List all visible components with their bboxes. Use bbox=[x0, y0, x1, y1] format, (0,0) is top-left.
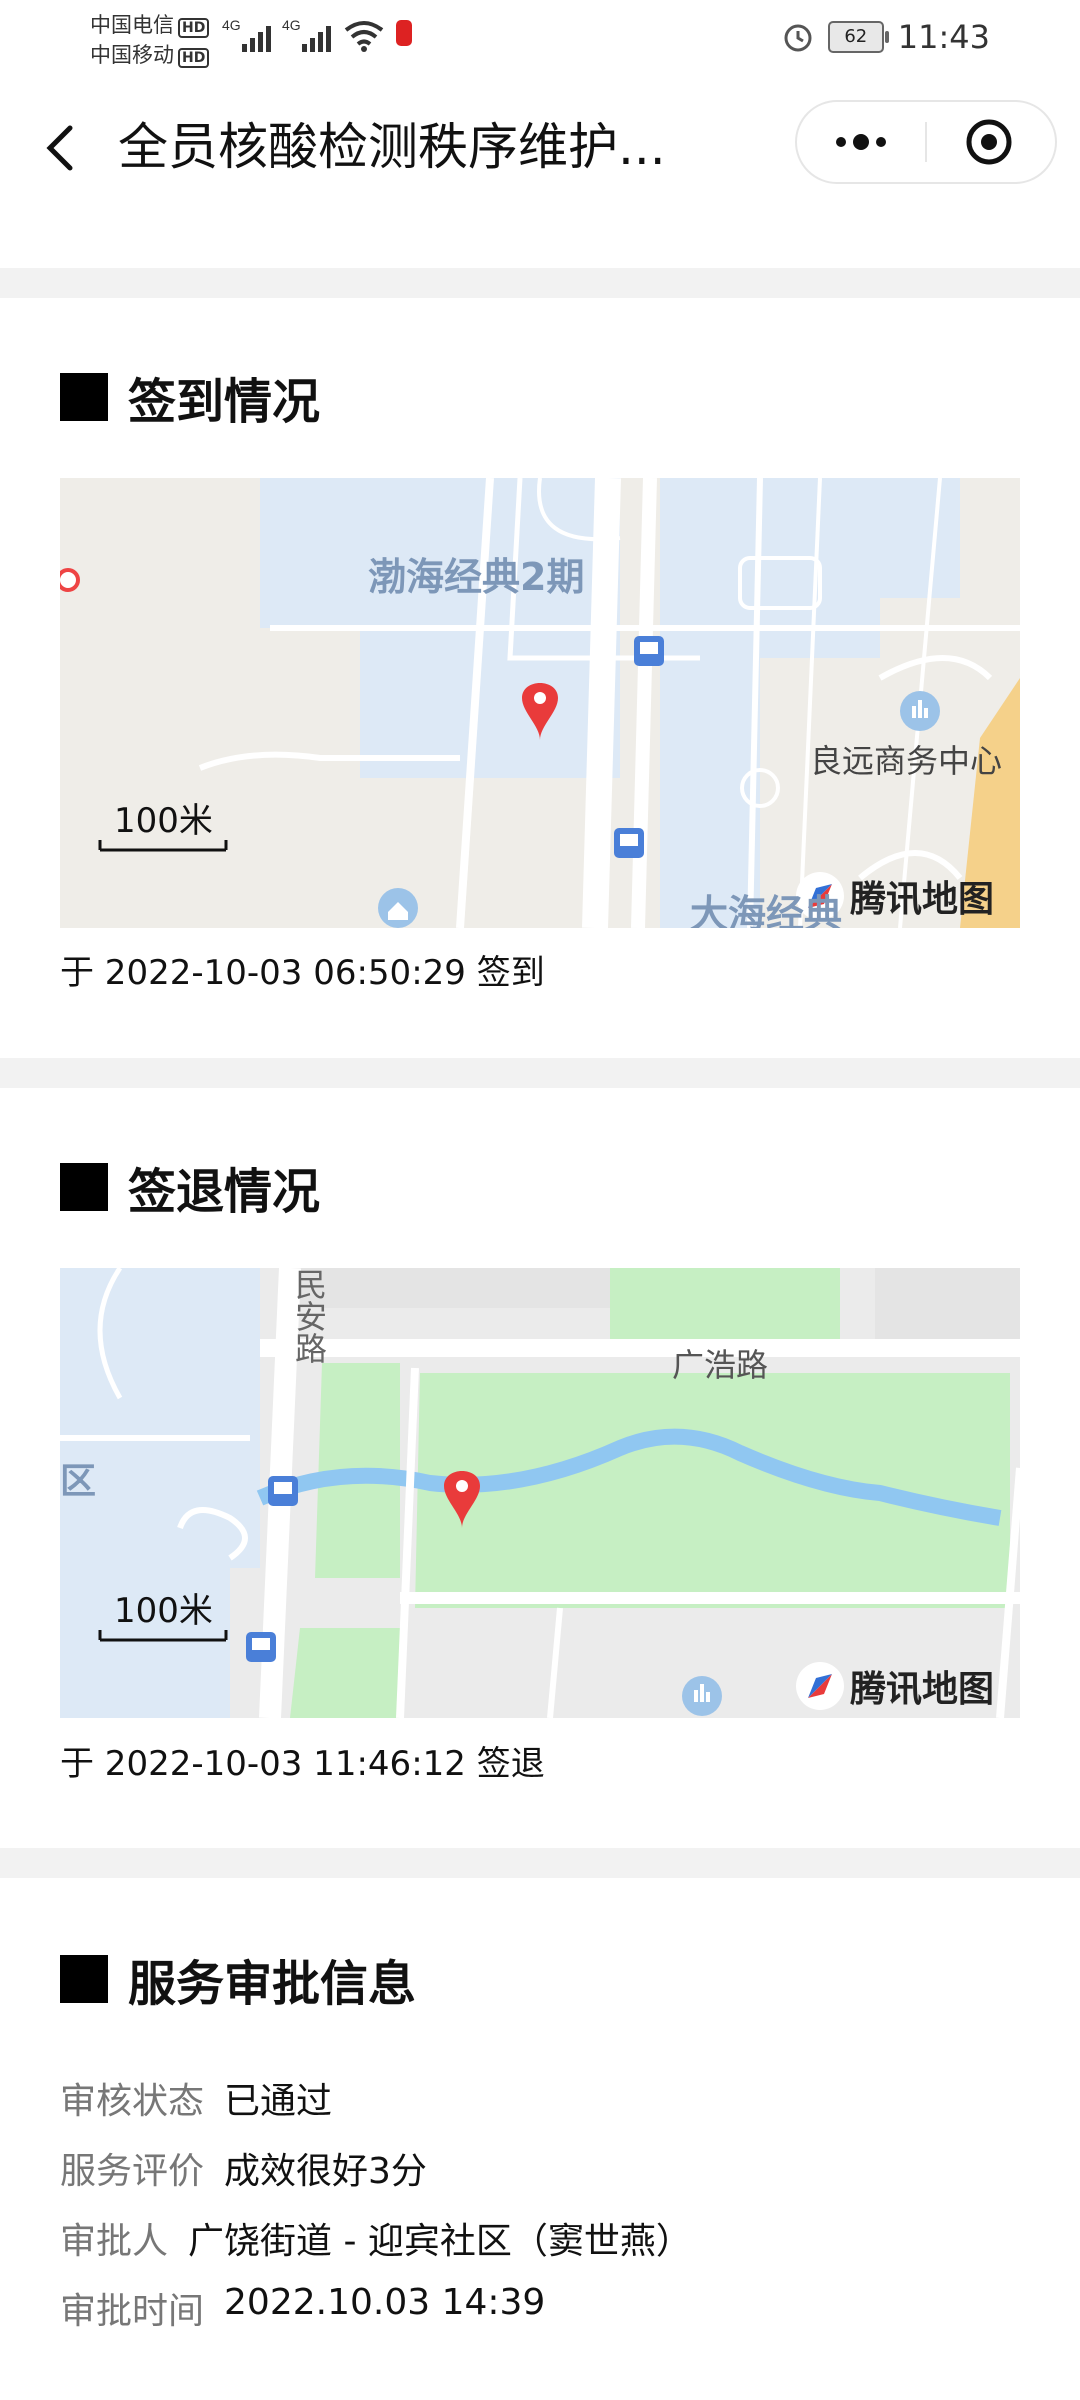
checkout-section-title: 签退情况 bbox=[60, 1152, 320, 1222]
wifi-icon bbox=[344, 21, 384, 52]
nav-bar: 全员核酸检测秩序维护... bbox=[0, 92, 1080, 202]
more-options-icon[interactable] bbox=[797, 102, 925, 182]
battery-icon: 62 bbox=[827, 21, 889, 53]
map-label-road-vertical: 民安路 bbox=[290, 1268, 328, 1364]
map-scale-label: 100米 bbox=[114, 801, 213, 841]
carrier-1: 中国电信 bbox=[90, 13, 174, 37]
map-brand-label: 腾讯地图 bbox=[850, 879, 995, 920]
status-bar: 中国电信 HD 中国移动 HD 4G 4G 62 11:43 bbox=[0, 0, 1080, 80]
map-label-building: 渤海经典2期 bbox=[368, 555, 585, 599]
miniprogram-capsule bbox=[795, 100, 1057, 184]
title-square-icon bbox=[60, 1955, 108, 2003]
info-label: 服务评价 bbox=[60, 2151, 205, 2192]
checkout-map[interactable]: 民安路 广浩路 区 100米 腾讯地图 bbox=[60, 1268, 1020, 1718]
alarm-icon bbox=[784, 24, 812, 52]
map-scale-label: 100米 bbox=[114, 1591, 213, 1631]
info-label: 审核状态 bbox=[60, 2081, 205, 2122]
carrier-info: 中国电信 HD 中国移动 HD bbox=[90, 10, 210, 70]
info-value: 已通过 bbox=[224, 2081, 333, 2122]
info-row-approver: 审批人 广饶街道 - 迎宾社区（窦世燕） bbox=[60, 2212, 692, 2264]
info-value: 2022.10.03 14:39 bbox=[224, 2282, 546, 2323]
back-arrow-icon[interactable] bbox=[38, 120, 88, 176]
checkin-section-title: 签到情况 bbox=[60, 362, 320, 432]
signal-icon: 4G bbox=[282, 17, 331, 52]
svg-text:4G: 4G bbox=[282, 17, 301, 33]
checkin-title-text: 签到情况 bbox=[128, 374, 321, 430]
hd-badge: HD bbox=[178, 48, 210, 68]
close-miniprogram-icon[interactable] bbox=[927, 102, 1055, 182]
section-divider bbox=[0, 1848, 1080, 1878]
map-label-road: 广浩路 bbox=[672, 1346, 769, 1384]
map-brand-label: 腾讯地图 bbox=[850, 1669, 995, 1710]
hd-badge: HD bbox=[178, 18, 210, 38]
map-label-business: 良远商务中心 bbox=[810, 742, 1003, 780]
carrier-2: 中国移动 bbox=[90, 43, 174, 67]
info-label: 审批时间 bbox=[60, 2291, 205, 2332]
checkout-title-text: 签退情况 bbox=[128, 1164, 321, 1220]
info-row-rating: 服务评价 成效很好3分 bbox=[60, 2142, 427, 2194]
approval-title-text: 服务审批信息 bbox=[128, 1956, 417, 2012]
info-value: 广饶街道 - 迎宾社区（窦世燕） bbox=[188, 2221, 692, 2262]
checkout-caption: 于 2022-10-03 11:46:12 签退 bbox=[60, 1744, 545, 1784]
clock: 11:43 bbox=[897, 18, 990, 56]
info-row-time: 审批时间 2022.10.03 14:39 bbox=[60, 2282, 545, 2334]
info-label: 审批人 bbox=[60, 2221, 169, 2262]
section-divider bbox=[0, 1058, 1080, 1088]
status-right: 62 11:43 bbox=[782, 18, 990, 56]
section-divider bbox=[0, 268, 1080, 298]
signal-icon: 4G bbox=[222, 17, 271, 52]
svg-text:4G: 4G bbox=[222, 17, 241, 33]
map-label-bottom: 大海经典 bbox=[690, 892, 843, 928]
checkout-map-canvas bbox=[60, 1268, 1020, 1718]
map-label-district: 区 bbox=[60, 1461, 97, 1502]
approval-section-title: 服务审批信息 bbox=[60, 1944, 416, 2014]
title-square-icon bbox=[60, 373, 108, 421]
page-title: 全员核酸检测秩序维护... bbox=[118, 118, 666, 176]
checkin-caption: 于 2022-10-03 06:50:29 签到 bbox=[60, 953, 545, 993]
title-square-icon bbox=[60, 1163, 108, 1211]
app-notification-icon bbox=[396, 20, 412, 46]
checkin-map[interactable]: 渤海经典2期 良远商务中心 大海经典 100米 腾讯地图 bbox=[60, 478, 1020, 928]
info-row-status: 审核状态 已通过 bbox=[60, 2072, 332, 2124]
info-value: 成效很好3分 bbox=[224, 2151, 427, 2192]
